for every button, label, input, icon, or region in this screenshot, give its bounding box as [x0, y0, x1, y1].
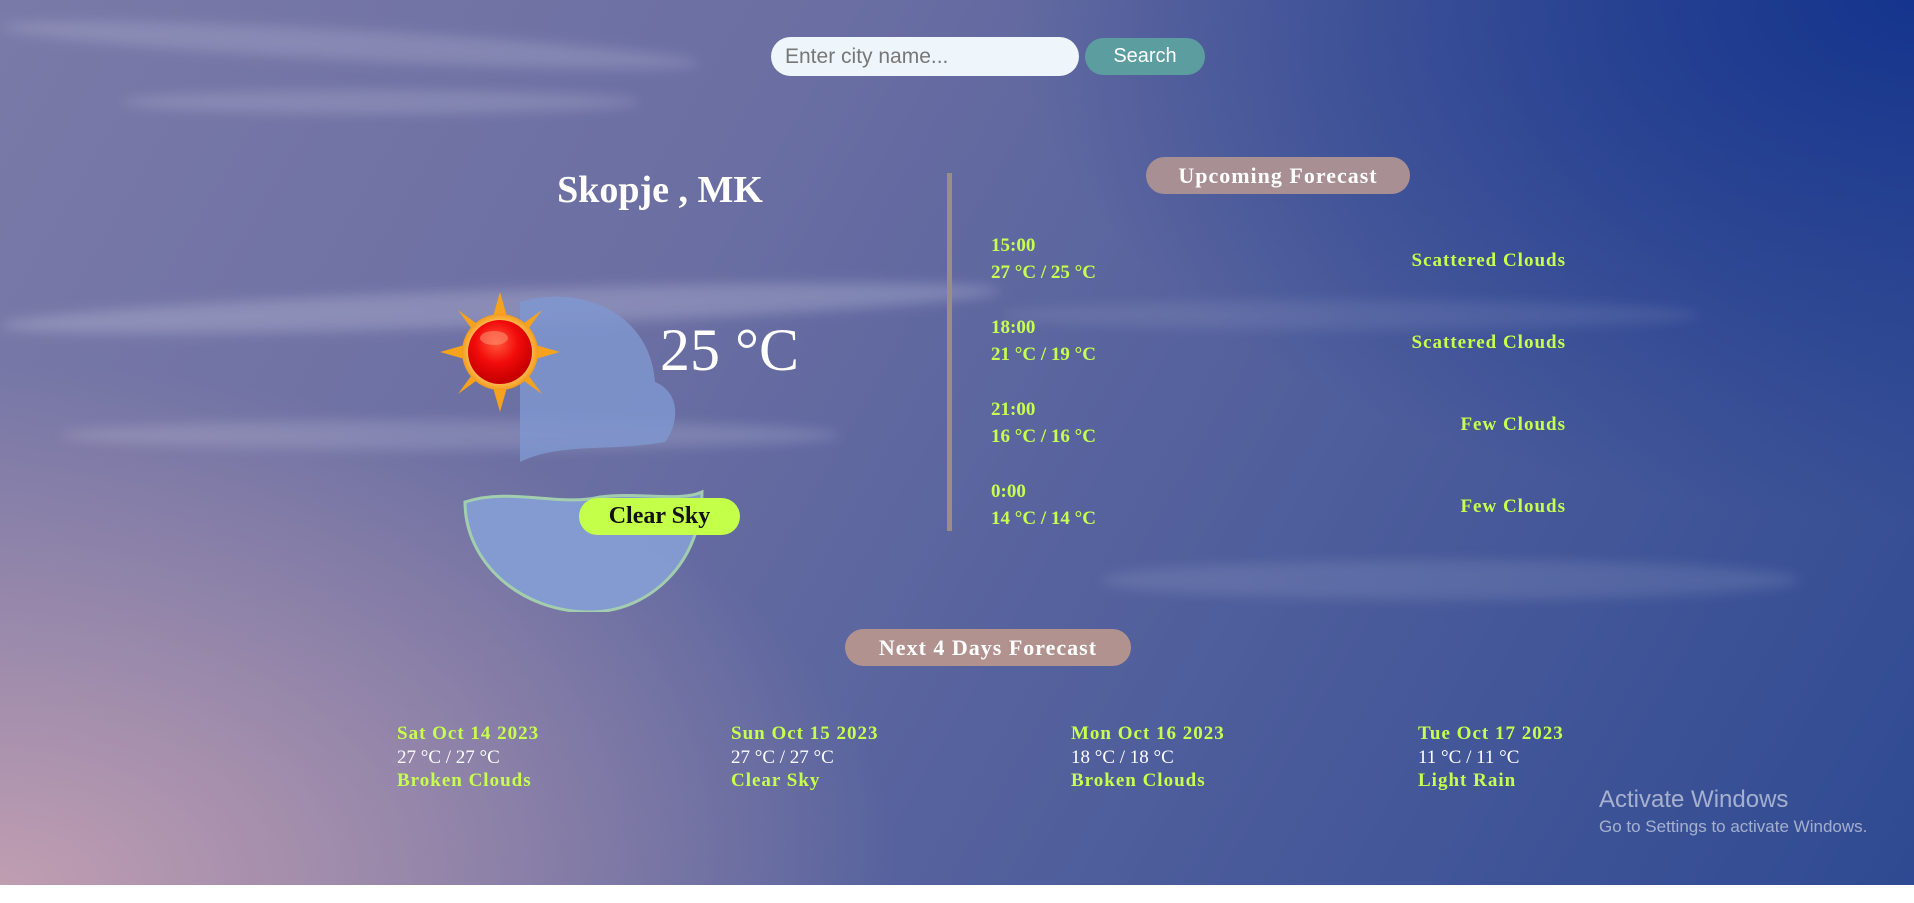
day-temperature: 27 °C / 27 °C	[731, 747, 834, 768]
current-temperature: 25 °C	[660, 317, 800, 383]
day-temperature: 18 °C / 18 °C	[1071, 747, 1174, 768]
daily-forecast-title: Next 4 Days Forecast	[845, 629, 1131, 666]
watermark-subtitle: Go to Settings to activate Windows.	[1599, 817, 1868, 836]
search-button[interactable]: Search	[1085, 38, 1205, 75]
day-forecast: Sun Oct 15 2023 27 °C / 27 °C Clear Sky	[731, 722, 879, 793]
day-date: Mon Oct 16 2023	[1071, 723, 1225, 744]
day-description: Light Rain	[1418, 770, 1517, 791]
day-date: Tue Oct 17 2023	[1418, 723, 1564, 744]
hour-time: 18:00	[991, 317, 1036, 338]
hour-time: 15:00	[991, 235, 1036, 256]
watermark-title: Activate Windows	[1599, 786, 1789, 813]
hour-time: 21:00	[991, 399, 1036, 420]
list-item: 0:00 14 °C / 14 °C Few Clouds	[991, 481, 1566, 563]
hour-description: Few Clouds	[1460, 414, 1566, 435]
day-description: Broken Clouds	[1071, 770, 1206, 791]
hourly-forecast-list: 15:00 27 °C / 25 °C Scattered Clouds 18:…	[991, 235, 1566, 563]
city-search-input[interactable]	[771, 37, 1079, 76]
list-item: 21:00 16 °C / 16 °C Few Clouds	[991, 399, 1566, 481]
hour-description: Few Clouds	[1460, 496, 1566, 517]
cloud-streak	[1100, 560, 1800, 600]
day-date: Sat Oct 14 2023	[397, 723, 540, 744]
hour-temperature: 16 °C / 16 °C	[991, 426, 1096, 447]
vertical-divider	[947, 173, 952, 531]
day-description: Broken Clouds	[397, 770, 532, 791]
page-bottom-strip	[0, 885, 1914, 903]
list-item: 18:00 21 °C / 19 °C Scattered Clouds	[991, 317, 1566, 399]
day-temperature: 27 °C / 27 °C	[397, 747, 500, 768]
city-name: Skopje , MK	[557, 169, 763, 211]
day-date: Sun Oct 15 2023	[731, 723, 879, 744]
hour-temperature: 27 °C / 25 °C	[991, 262, 1096, 283]
weather-page: Search Skopje , MK	[0, 0, 1914, 885]
day-forecast: Tue Oct 17 2023 11 °C / 11 °C Light Rain	[1418, 722, 1564, 793]
upcoming-forecast-title: Upcoming Forecast	[1146, 157, 1410, 194]
day-forecast: Sat Oct 14 2023 27 °C / 27 °C Broken Clo…	[397, 722, 539, 793]
search-bar: Search	[771, 37, 1205, 76]
hour-temperature: 21 °C / 19 °C	[991, 344, 1096, 365]
hour-temperature: 14 °C / 14 °C	[991, 508, 1096, 529]
cloud-streak	[0, 11, 701, 79]
current-condition-badge: Clear Sky	[579, 498, 740, 535]
day-forecast: Mon Oct 16 2023 18 °C / 18 °C Broken Clo…	[1071, 722, 1225, 793]
day-description: Clear Sky	[731, 770, 821, 791]
hour-description: Scattered Clouds	[1411, 332, 1566, 353]
activate-windows-watermark: Activate Windows Go to Settings to activ…	[1599, 785, 1867, 839]
list-item: 15:00 27 °C / 25 °C Scattered Clouds	[991, 235, 1566, 317]
hour-time: 0:00	[991, 481, 1026, 502]
hour-description: Scattered Clouds	[1411, 250, 1566, 271]
cloud-streak	[120, 90, 640, 114]
day-temperature: 11 °C / 11 °C	[1418, 747, 1520, 768]
